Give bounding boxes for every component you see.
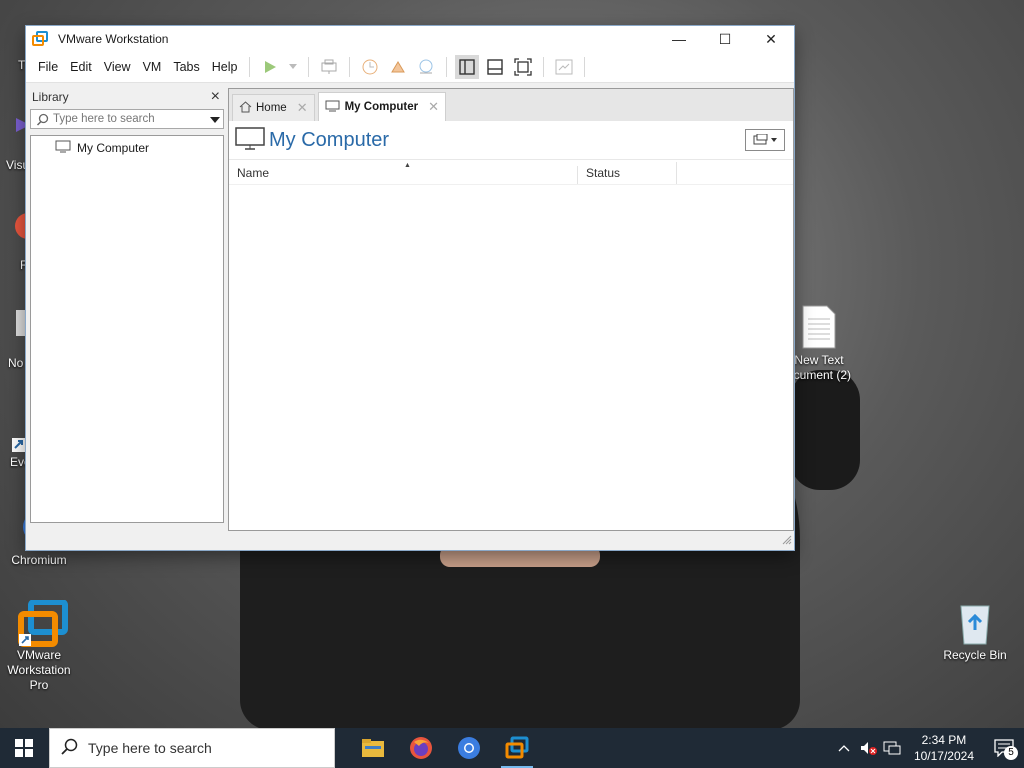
- library-title: Library: [32, 90, 69, 104]
- notification-count-badge: 5: [1004, 746, 1018, 760]
- column-header-blank: [676, 162, 793, 184]
- toolbar-separator: [308, 57, 310, 77]
- computer-icon: [325, 100, 340, 115]
- vmware-icon: [17, 599, 68, 647]
- unity-icon[interactable]: [552, 55, 576, 79]
- library-panel: Library × Type here to search My Compute…: [30, 87, 224, 525]
- toolbar-separator: [249, 57, 251, 77]
- taskbar: Type here to search 2:34 PM 10/17/2024 5: [0, 728, 1024, 768]
- send-ctrl-alt-del-icon[interactable]: [317, 55, 341, 79]
- menu-file[interactable]: File: [32, 60, 64, 74]
- page-heading: My Computer: [229, 121, 793, 160]
- chromium-label: Chromium: [11, 553, 67, 567]
- chevron-down-icon[interactable]: [210, 112, 223, 126]
- library-header: Library ×: [30, 87, 224, 107]
- library-close-button[interactable]: ×: [211, 88, 222, 106]
- recycle-bin-label: Recycle Bin: [943, 648, 1007, 662]
- vmware-desktop-icon[interactable]: VMware Workstation Pro: [4, 599, 74, 693]
- power-dropdown-icon[interactable]: [286, 55, 300, 79]
- toolbar-separator: [446, 57, 448, 77]
- vmware-taskbar-icon[interactable]: [493, 728, 541, 768]
- windows-icon: [15, 739, 33, 757]
- tab-my-computer-close-icon[interactable]: ✕: [428, 99, 439, 115]
- tab-strip: Home ✕ My Computer ✕: [229, 89, 793, 121]
- vmware-label-line3: Pro: [29, 678, 49, 692]
- clock-time: 2:34 PM: [921, 733, 967, 747]
- recycle-bin-icon[interactable]: Recycle Bin: [940, 600, 1010, 663]
- wallpaper-figure-arm: [790, 370, 860, 490]
- menu-edit[interactable]: Edit: [64, 60, 98, 74]
- window-title: VMware Workstation: [58, 32, 169, 46]
- vmware-label-line2: Workstation: [7, 663, 71, 677]
- tab-my-computer[interactable]: My Computer ✕: [317, 92, 446, 121]
- snapshot-icon[interactable]: [358, 55, 382, 79]
- volume-muted-icon[interactable]: [856, 740, 880, 756]
- show-library-icon[interactable]: [455, 55, 480, 79]
- computer-large-icon: [235, 126, 265, 154]
- snapshot-manager-icon[interactable]: [414, 55, 438, 79]
- library-tree: My Computer: [30, 135, 224, 523]
- page-title: My Computer: [269, 128, 390, 151]
- clock-date: 10/17/2024: [913, 749, 974, 763]
- minimize-button[interactable]: —: [656, 26, 702, 52]
- tab-home[interactable]: Home ✕: [232, 94, 315, 121]
- taskbar-search-box[interactable]: Type here to search: [49, 728, 335, 768]
- chevron-up-icon[interactable]: [832, 744, 856, 752]
- notification-center-button[interactable]: 5: [984, 728, 1024, 768]
- power-on-icon[interactable]: [258, 55, 282, 79]
- tree-item-my-computer[interactable]: My Computer: [31, 136, 223, 156]
- home-icon: [239, 100, 252, 116]
- desktop-label-partial-t: T: [18, 58, 26, 72]
- new-text-label-line2: ocument (2): [786, 368, 852, 382]
- toolbar-separator: [543, 57, 545, 77]
- new-text-label-line1: New Text: [794, 353, 844, 367]
- vmware-window[interactable]: VMware Workstation — ☐ ✕ File Edit View …: [26, 26, 794, 550]
- menu-tabs[interactable]: Tabs: [167, 60, 205, 74]
- clock[interactable]: 2:34 PM 10/17/2024: [904, 732, 984, 764]
- chromium-taskbar-icon[interactable]: [445, 728, 493, 768]
- content-pane: Home ✕ My Computer ✕ My Computer ▲ Name: [228, 88, 794, 531]
- new-text-document-icon[interactable]: New Text ocument (2): [784, 305, 854, 383]
- full-screen-icon[interactable]: [511, 55, 535, 79]
- list-column-headers: ▲ Name Status: [229, 160, 793, 185]
- close-button[interactable]: ✕: [748, 26, 794, 52]
- toolbar-separator: [584, 57, 586, 77]
- vmware-app-icon: [32, 31, 48, 47]
- menu-vm[interactable]: VM: [137, 60, 168, 74]
- maximize-button[interactable]: ☐: [702, 26, 748, 52]
- view-mode-button[interactable]: [745, 129, 785, 151]
- column-header-status[interactable]: Status: [577, 166, 676, 184]
- vmware-label-line1: VMware: [16, 648, 61, 662]
- resize-grip-icon[interactable]: [782, 534, 792, 548]
- thumbnail-bar-icon[interactable]: [483, 55, 507, 79]
- shortcut-arrow-icon: [12, 438, 26, 455]
- column-header-name[interactable]: Name: [229, 166, 577, 184]
- sort-ascending-icon: ▲: [404, 162, 411, 169]
- tab-my-computer-label: My Computer: [344, 101, 419, 113]
- computer-icon: [55, 140, 71, 156]
- status-bar: [26, 530, 794, 550]
- menu-bar: File Edit View VM Tabs Help: [26, 52, 794, 83]
- revert-snapshot-icon[interactable]: [386, 55, 410, 79]
- library-search-box[interactable]: Type here to search: [30, 109, 224, 129]
- tab-home-label: Home: [256, 102, 287, 114]
- start-button[interactable]: [0, 728, 48, 768]
- toolbar-separator: [349, 57, 351, 77]
- network-icon[interactable]: [880, 740, 904, 756]
- file-explorer-taskbar-icon[interactable]: [349, 728, 397, 768]
- tree-item-label: My Computer: [77, 141, 150, 155]
- text-file-icon: [801, 305, 837, 349]
- search-icon: [60, 738, 78, 759]
- tab-home-close-icon[interactable]: ✕: [297, 100, 308, 116]
- system-tray: 2:34 PM 10/17/2024 5: [832, 728, 1024, 768]
- search-icon: [31, 113, 53, 126]
- menu-help[interactable]: Help: [206, 60, 244, 74]
- title-bar[interactable]: VMware Workstation — ☐ ✕: [26, 26, 794, 52]
- recycle-bin-pic: [953, 600, 997, 645]
- library-search-input[interactable]: Type here to search: [53, 113, 210, 125]
- taskbar-search-input[interactable]: Type here to search: [88, 740, 212, 756]
- desktop-label-partial-no: No: [8, 356, 24, 370]
- menu-view[interactable]: View: [98, 60, 137, 74]
- firefox-taskbar-icon[interactable]: [397, 728, 445, 768]
